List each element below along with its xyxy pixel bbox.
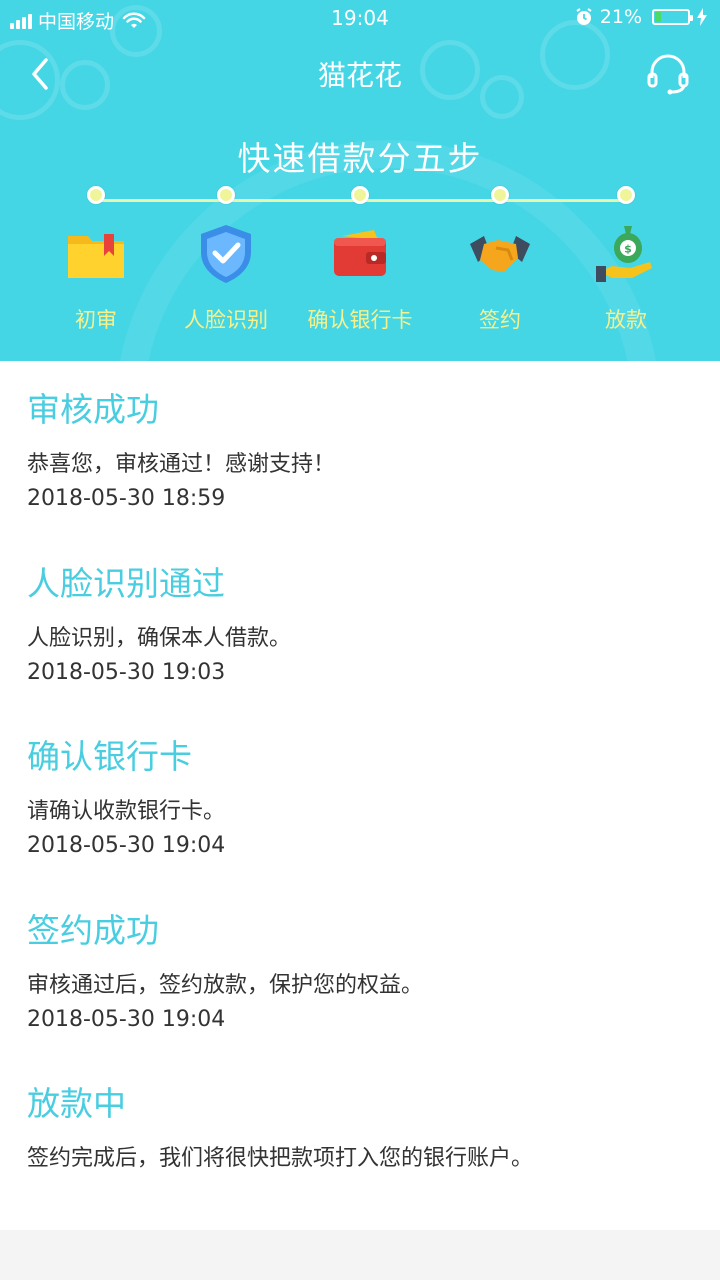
- timeline-item-title: 确认银行卡: [27, 737, 192, 776]
- shield-check-icon: [201, 225, 251, 283]
- background-coin: [420, 40, 480, 100]
- timeline-item: 确认银行卡 请确认收款银行卡。 2018-05-30 19:04: [27, 735, 700, 861]
- step-confirm-bank-card: 确认银行卡: [290, 186, 430, 334]
- step-review: 初审: [26, 186, 166, 334]
- step-dot: [87, 186, 105, 204]
- charging-icon: [697, 8, 707, 26]
- timeline-item-title: 人脸识别通过: [27, 564, 225, 603]
- timeline-item-desc: 审核通过后，签约放款，保护您的权益。: [27, 973, 424, 998]
- header-banner: 中国移动 19:04 21% 猫花花 快速借款分五步 初审 人脸识别 确认银行卡…: [0, 0, 720, 361]
- timeline-item-time: 2018-05-30 18:59: [27, 486, 226, 511]
- back-button[interactable]: [22, 52, 62, 96]
- steps-row: 初审 人脸识别 确认银行卡 签约 $ 放款: [0, 186, 720, 346]
- step-label: 确认银行卡: [307, 308, 413, 332]
- battery-icon: [652, 9, 693, 25]
- step-dot: [491, 186, 509, 204]
- step-label: 签约: [479, 308, 521, 332]
- timeline-item-desc: 请确认收款银行卡。: [27, 799, 226, 824]
- step-label: 初审: [75, 308, 117, 332]
- progress-timeline: 审核成功 恭喜您，审核通过！感谢支持！ 2018-05-30 18:59 人脸识…: [0, 361, 720, 1230]
- customer-service-button[interactable]: [644, 50, 692, 98]
- timeline-item-title: 审核成功: [27, 390, 159, 429]
- chevron-left-icon: [32, 58, 48, 90]
- step-dot: [217, 186, 235, 204]
- status-bar: 中国移动 19:04 21%: [0, 0, 720, 36]
- steps-heading: 快速借款分五步: [237, 139, 483, 178]
- battery-percent: 21%: [599, 6, 642, 28]
- timeline-item-desc: 人脸识别，确保本人借款。: [27, 626, 292, 651]
- folder-icon: [68, 234, 124, 278]
- step-label: 人脸识别: [184, 308, 268, 332]
- timeline-item-time: 2018-05-30 19:03: [27, 660, 226, 685]
- timeline-item-desc: 恭喜您，审核通过！感谢支持！: [27, 452, 336, 477]
- wallet-icon: [334, 230, 386, 276]
- step-dot: [617, 186, 635, 204]
- timeline-item-title: 放款中: [27, 1084, 126, 1123]
- svg-text:$: $: [624, 243, 632, 256]
- timeline-item-desc: 签约完成后，我们将很快把款项打入您的银行账户。: [27, 1146, 534, 1171]
- step-sign: 签约: [430, 186, 570, 334]
- timeline-item-title: 签约成功: [27, 911, 159, 950]
- timeline-item-time: 2018-05-30 19:04: [27, 833, 226, 858]
- timeline-item: 人脸识别通过 人脸识别，确保本人借款。 2018-05-30 19:03: [27, 562, 700, 688]
- handshake-icon: [470, 236, 530, 272]
- step-label: 放款: [605, 308, 647, 332]
- step-face-recognition: 人脸识别: [156, 186, 296, 334]
- headset-icon: [647, 54, 689, 95]
- step-dot: [351, 186, 369, 204]
- timeline-item: 签约成功 审核通过后，签约放款，保护您的权益。 2018-05-30 19:04: [27, 909, 700, 1035]
- timeline-item: 审核成功 恭喜您，审核通过！感谢支持！ 2018-05-30 18:59: [27, 388, 700, 514]
- timeline-item: 放款中 签约完成后，我们将很快把款项打入您的银行账户。: [27, 1082, 700, 1174]
- money-bag-icon: $: [596, 226, 652, 282]
- alarm-icon: [576, 8, 592, 25]
- background-coin: [60, 60, 110, 110]
- step-disburse: $ 放款: [556, 186, 696, 334]
- background-coin: [480, 75, 524, 119]
- timeline-item-time: 2018-05-30 19:04: [27, 1007, 226, 1032]
